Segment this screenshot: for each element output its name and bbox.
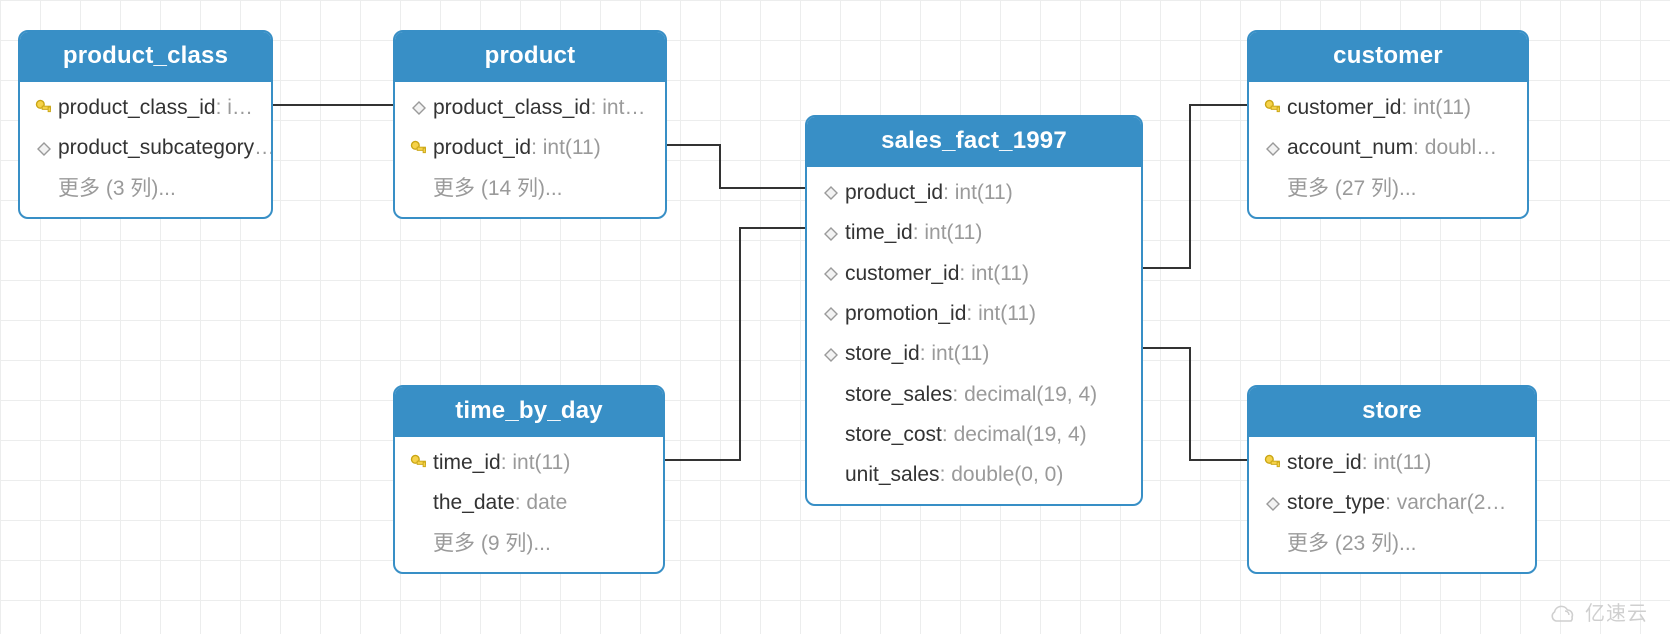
column-row[interactable]: product_class_id: i… bbox=[20, 88, 271, 128]
column-type: : decimal(19, 4) bbox=[942, 421, 1087, 449]
diamond-icon bbox=[817, 226, 845, 242]
column-type: : int… bbox=[591, 94, 646, 122]
entity-sales-fact-1997[interactable]: sales_fact_1997 product_id: int(11) time… bbox=[805, 115, 1143, 506]
entity-product-class[interactable]: product_class product_class_id: i… produ… bbox=[18, 30, 273, 219]
diamond-icon bbox=[817, 266, 845, 282]
entity-body: product_class_id: int… product_id: int(1… bbox=[395, 82, 665, 217]
entity-title: store bbox=[1249, 387, 1535, 437]
diamond-icon bbox=[1259, 141, 1287, 157]
column-type: : double(0, 0) bbox=[940, 461, 1064, 489]
column-name: product_subcategory bbox=[58, 134, 254, 162]
entity-customer[interactable]: customer customer_id: int(11) account_nu… bbox=[1247, 30, 1529, 219]
column-name: store_type bbox=[1287, 489, 1385, 517]
column-row[interactable]: account_num: doubl… bbox=[1249, 128, 1527, 168]
column-type: : int(11) bbox=[531, 134, 601, 162]
column-name: time_id bbox=[845, 219, 913, 247]
column-name: product_id bbox=[433, 134, 531, 162]
column-type: : int(11) bbox=[1401, 94, 1471, 122]
key-icon bbox=[405, 452, 433, 474]
column-name: product_class_id bbox=[58, 94, 216, 122]
column-name: unit_sales bbox=[845, 461, 940, 489]
watermark-text: 亿速云 bbox=[1585, 597, 1648, 626]
key-icon bbox=[1259, 452, 1287, 474]
cloud-icon bbox=[1549, 601, 1579, 623]
watermark: 亿速云 bbox=[1549, 597, 1648, 626]
entity-body: product_id: int(11) time_id: int(11) cus… bbox=[807, 167, 1141, 504]
column-type: : int(11) bbox=[966, 300, 1036, 328]
more-columns[interactable]: 更多 (27 列)... bbox=[1249, 169, 1527, 209]
column-type: : int(11) bbox=[920, 340, 990, 368]
column-type: : int(11) bbox=[1362, 449, 1432, 477]
entity-body: customer_id: int(11) account_num: doubl…… bbox=[1249, 82, 1527, 217]
column-row[interactable]: store_cost: decimal(19, 4) bbox=[807, 415, 1141, 455]
column-type: … bbox=[254, 134, 271, 162]
column-name: promotion_id bbox=[845, 300, 966, 328]
entity-title: customer bbox=[1249, 32, 1527, 82]
diamond-icon bbox=[30, 141, 58, 157]
column-type: : int(11) bbox=[959, 260, 1029, 288]
column-row[interactable]: store_type: varchar(2… bbox=[1249, 483, 1535, 523]
column-name: customer_id bbox=[845, 260, 959, 288]
more-columns[interactable]: 更多 (14 列)... bbox=[395, 169, 665, 209]
column-row[interactable]: store_sales: decimal(19, 4) bbox=[807, 375, 1141, 415]
column-row[interactable]: store_id: int(11) bbox=[807, 334, 1141, 374]
column-type: : date bbox=[515, 489, 568, 517]
more-columns[interactable]: 更多 (3 列)... bbox=[20, 169, 271, 209]
column-name: product_class_id bbox=[433, 94, 591, 122]
diamond-icon bbox=[405, 100, 433, 116]
entity-body: product_class_id: i… product_subcategory… bbox=[20, 82, 271, 217]
entity-title: time_by_day bbox=[395, 387, 663, 437]
column-type: : i… bbox=[216, 94, 253, 122]
column-row[interactable]: the_date: date bbox=[395, 483, 663, 523]
column-row[interactable]: promotion_id: int(11) bbox=[807, 294, 1141, 334]
column-name: time_id bbox=[433, 449, 501, 477]
column-row[interactable]: product_id: int(11) bbox=[395, 128, 665, 168]
column-row[interactable]: unit_sales: double(0, 0) bbox=[807, 455, 1141, 495]
diamond-icon bbox=[817, 306, 845, 322]
diamond-icon bbox=[817, 347, 845, 363]
column-name: store_sales bbox=[845, 381, 952, 409]
entity-title: product bbox=[395, 32, 665, 82]
column-row[interactable]: customer_id: int(11) bbox=[1249, 88, 1527, 128]
more-columns[interactable]: 更多 (9 列)... bbox=[395, 524, 663, 564]
column-name: store_id bbox=[1287, 449, 1362, 477]
column-type: : decimal(19, 4) bbox=[952, 381, 1097, 409]
column-name: store_id bbox=[845, 340, 920, 368]
column-type: : int(11) bbox=[943, 179, 1013, 207]
entity-store[interactable]: store store_id: int(11) store_type: varc… bbox=[1247, 385, 1537, 574]
column-type: : int(11) bbox=[913, 219, 983, 247]
more-columns[interactable]: 更多 (23 列)... bbox=[1249, 524, 1535, 564]
entity-title: product_class bbox=[20, 32, 271, 82]
column-type: : doubl… bbox=[1413, 134, 1497, 162]
entity-title: sales_fact_1997 bbox=[807, 117, 1141, 167]
column-row[interactable]: product_subcategory… bbox=[20, 128, 271, 168]
column-row[interactable]: time_id: int(11) bbox=[395, 443, 663, 483]
entity-body: store_id: int(11) store_type: varchar(2…… bbox=[1249, 437, 1535, 572]
diamond-icon bbox=[817, 185, 845, 201]
column-type: : varchar(2… bbox=[1385, 489, 1506, 517]
column-name: product_id bbox=[845, 179, 943, 207]
column-name: account_num bbox=[1287, 134, 1413, 162]
column-row[interactable]: product_class_id: int… bbox=[395, 88, 665, 128]
column-row[interactable]: customer_id: int(11) bbox=[807, 254, 1141, 294]
column-name: the_date bbox=[433, 489, 515, 517]
column-row[interactable]: time_id: int(11) bbox=[807, 213, 1141, 253]
diamond-icon bbox=[1259, 496, 1287, 512]
key-icon bbox=[1259, 97, 1287, 119]
key-icon bbox=[30, 97, 58, 119]
entity-product[interactable]: product product_class_id: int… product_i… bbox=[393, 30, 667, 219]
key-icon bbox=[405, 138, 433, 160]
column-name: customer_id bbox=[1287, 94, 1401, 122]
column-name: store_cost bbox=[845, 421, 942, 449]
entity-body: time_id: int(11) the_date: date 更多 (9 列)… bbox=[395, 437, 663, 572]
column-type: : int(11) bbox=[501, 449, 571, 477]
column-row[interactable]: store_id: int(11) bbox=[1249, 443, 1535, 483]
column-row[interactable]: product_id: int(11) bbox=[807, 173, 1141, 213]
entity-time-by-day[interactable]: time_by_day time_id: int(11) the_date: d… bbox=[393, 385, 665, 574]
